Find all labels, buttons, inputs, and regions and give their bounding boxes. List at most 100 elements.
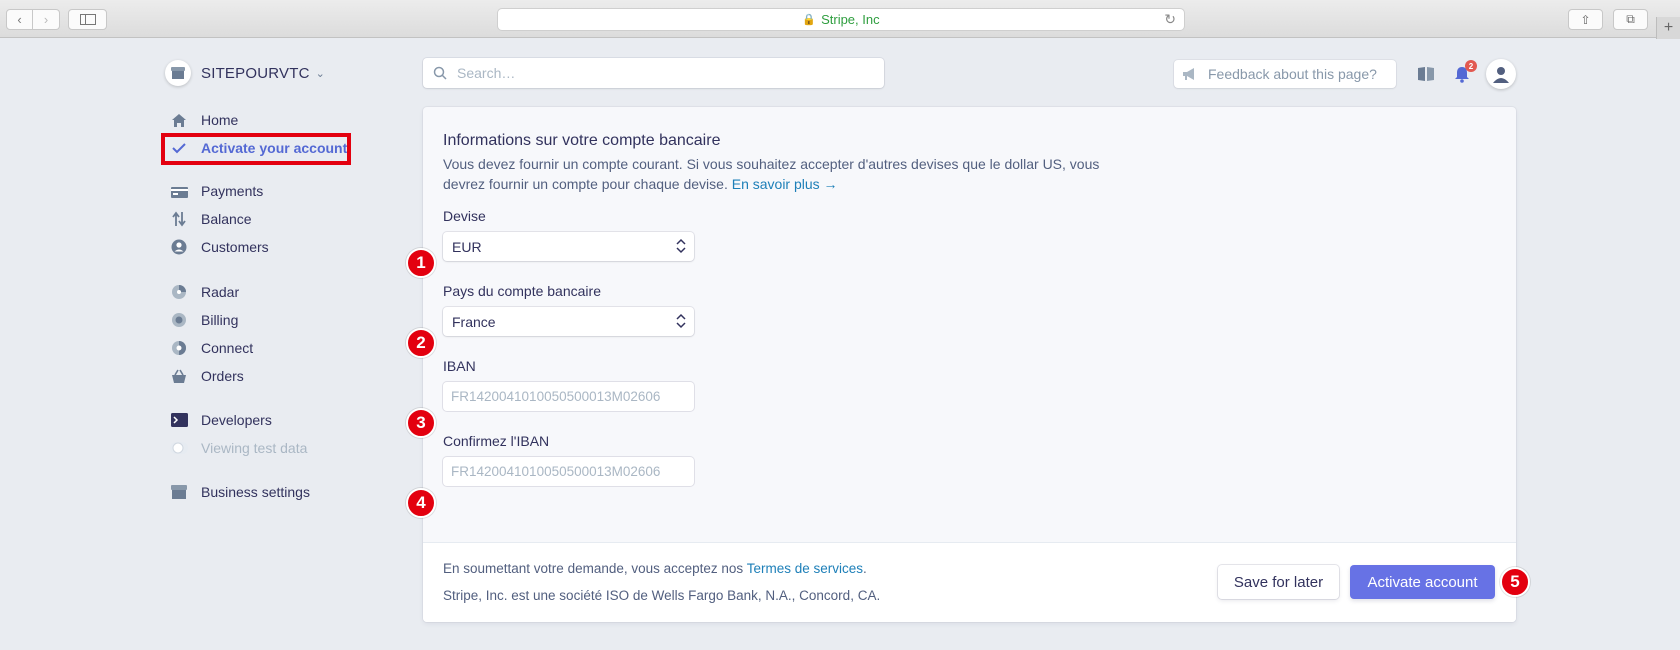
sidebar-item-label: Payments xyxy=(201,183,264,199)
notifications-button[interactable]: 2 xyxy=(1451,60,1477,85)
chevron-right-icon: › xyxy=(43,12,49,27)
back-button[interactable]: ‹ xyxy=(6,9,33,30)
tabs-overview-button[interactable]: ⧉ xyxy=(1613,9,1648,30)
iban-label: IBAN xyxy=(443,358,476,374)
sidebar-icon xyxy=(79,14,96,25)
sidebar-item-label: Developers xyxy=(201,412,272,428)
toggle-icon xyxy=(170,439,188,457)
step-marker-4: 4 xyxy=(406,488,436,518)
address-bar[interactable]: 🔒 Stripe, Inc ↻ xyxy=(497,8,1185,31)
step-marker-2: 2 xyxy=(406,328,436,358)
currency-select[interactable]: EUR xyxy=(443,232,694,261)
forward-button[interactable]: › xyxy=(33,9,60,30)
chevron-down-icon: ⌄ xyxy=(315,67,325,80)
sidebar-item-label: Orders xyxy=(201,368,244,384)
chevron-left-icon: ‹ xyxy=(17,12,22,27)
developers-icon xyxy=(170,411,188,429)
address-text: Stripe, Inc xyxy=(821,12,880,27)
sidebar-item-customers[interactable]: Customers xyxy=(170,236,269,258)
step-marker-1: 1 xyxy=(406,248,436,278)
updown-chevron-icon xyxy=(676,238,686,254)
sidebar-item-label: Viewing test data xyxy=(201,440,308,456)
share-button[interactable]: ⇧ xyxy=(1568,9,1603,30)
history-buttons: ‹ › xyxy=(6,9,60,30)
step-marker-5: 5 xyxy=(1500,567,1530,597)
sidebar-item-radar[interactable]: Radar xyxy=(170,281,239,303)
home-icon xyxy=(170,111,188,129)
activate-account-button[interactable]: Activate account xyxy=(1350,565,1495,599)
confirm-iban-input[interactable] xyxy=(451,464,687,479)
sidebar-item-label: Balance xyxy=(201,211,252,227)
sidebar-item-payments[interactable]: Payments xyxy=(170,180,263,202)
user-icon xyxy=(1493,67,1509,83)
customers-icon xyxy=(170,238,188,256)
iso-disclaimer: Stripe, Inc. est une société ISO de Well… xyxy=(443,588,881,603)
browser-toolbar: ‹ › 🔒 Stripe, Inc ↻ ⇧ ⧉ + xyxy=(0,0,1680,39)
sidebar-item-label: Home xyxy=(201,112,239,128)
save-for-later-button[interactable]: Save for later xyxy=(1218,565,1339,599)
country-label: Pays du compte bancaire xyxy=(443,283,601,299)
user-avatar[interactable] xyxy=(1486,59,1516,89)
learn-more-link[interactable]: En savoir plus → xyxy=(732,176,838,192)
tabs-icon: ⧉ xyxy=(1626,12,1635,26)
account-switcher[interactable]: SITEPOURVTC ⌄ xyxy=(165,60,325,86)
sidebar-item-label: Connect xyxy=(201,340,254,356)
search-bar[interactable] xyxy=(423,58,884,88)
step-marker-3: 3 xyxy=(406,408,436,438)
bank-account-card: Informations sur votre compte bancaire V… xyxy=(423,107,1516,622)
sidebar-item-orders[interactable]: Orders xyxy=(170,365,244,387)
confirm-iban-label: Confirmez l'IBAN xyxy=(443,433,550,449)
feedback-button[interactable]: Feedback about this page? xyxy=(1174,60,1396,88)
sidebar-item-business-settings[interactable]: Business settings xyxy=(170,481,310,503)
sidebar-item-billing[interactable]: Billing xyxy=(170,309,238,331)
country-value: France xyxy=(452,313,496,330)
payments-icon xyxy=(170,182,188,200)
highlight-annotation-box xyxy=(161,133,351,165)
business-settings-icon xyxy=(170,483,188,501)
new-tab-button[interactable]: + xyxy=(1656,17,1680,39)
sidebar-item-home[interactable]: Home xyxy=(170,109,238,131)
billing-icon xyxy=(170,311,188,329)
sidebar-item-label: Business settings xyxy=(201,484,310,500)
bank-account-form: Informations sur votre compte bancaire V… xyxy=(423,107,1516,542)
terms-link[interactable]: Termes de services xyxy=(747,561,863,576)
sidebar-item-label: Customers xyxy=(201,239,269,255)
reload-icon[interactable]: ↻ xyxy=(1164,11,1176,28)
docs-button[interactable] xyxy=(1415,63,1437,85)
radar-icon xyxy=(170,283,188,301)
store-icon xyxy=(165,60,191,86)
terms-prefix: En soumettant votre demande, vous accept… xyxy=(443,561,744,576)
book-icon xyxy=(1418,67,1434,81)
section-title: Informations sur votre compte bancaire xyxy=(443,132,721,149)
section-description: Vous devez fournir un compte courant. Si… xyxy=(443,154,1103,194)
iban-input[interactable] xyxy=(451,389,687,404)
search-icon xyxy=(433,66,447,80)
feedback-label: Feedback about this page? xyxy=(1208,66,1377,82)
terms-text: En soumettant votre demande, vous accept… xyxy=(443,561,867,576)
sidebar-item-label: Billing xyxy=(201,312,239,328)
sidebar-item-label: Radar xyxy=(201,284,240,300)
currency-value: EUR xyxy=(452,238,482,255)
currency-label: Devise xyxy=(443,208,486,224)
search-input[interactable] xyxy=(457,65,857,81)
card-footer: En soumettant votre demande, vous accept… xyxy=(423,542,1516,622)
country-select[interactable]: France xyxy=(443,307,694,336)
test-data-toggle[interactable]: Viewing test data xyxy=(170,437,307,459)
orders-icon xyxy=(170,367,188,385)
plus-icon: + xyxy=(1663,19,1674,36)
megaphone-icon xyxy=(1182,68,1198,80)
sidebar-item-balance[interactable]: Balance xyxy=(170,208,252,230)
sidebar-item-connect[interactable]: Connect xyxy=(170,337,253,359)
account-name: SITEPOURVTC xyxy=(201,64,310,82)
lock-icon: 🔒 xyxy=(802,14,817,26)
notification-badge: 2 xyxy=(1465,60,1477,72)
sidebar-item-developers[interactable]: Developers xyxy=(170,409,272,431)
iban-field[interactable] xyxy=(443,382,694,411)
confirm-iban-field[interactable] xyxy=(443,457,694,486)
share-icon: ⇧ xyxy=(1580,12,1591,27)
balance-icon xyxy=(170,210,188,228)
sidebar-toggle-button[interactable] xyxy=(68,9,107,30)
terms-suffix: . xyxy=(863,561,867,576)
connect-icon xyxy=(170,339,188,357)
updown-chevron-icon xyxy=(676,313,686,329)
